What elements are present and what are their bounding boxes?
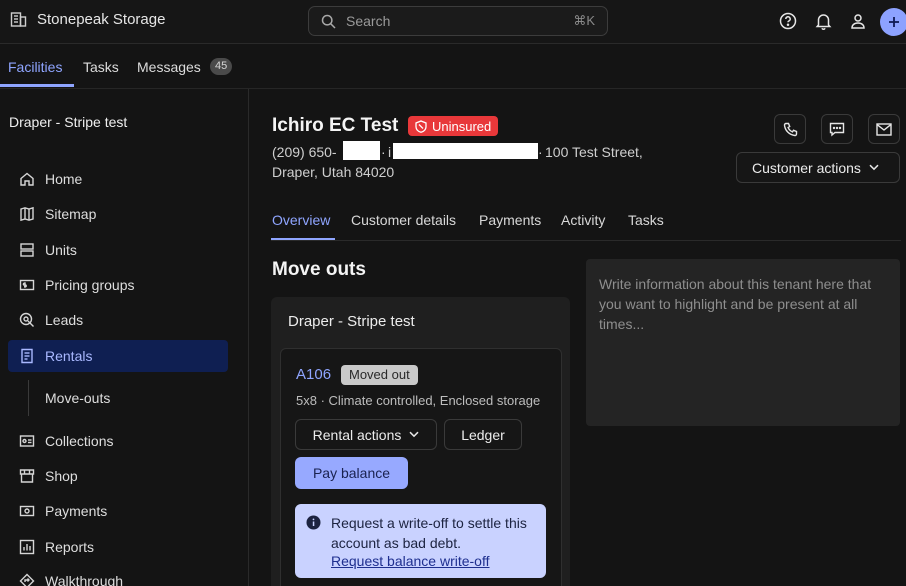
sidebar-divider xyxy=(248,89,249,586)
bell-icon[interactable] xyxy=(813,11,833,31)
info-icon xyxy=(306,515,321,530)
redacted-phone xyxy=(343,141,380,160)
walkthrough-icon xyxy=(18,572,36,586)
subnav-line xyxy=(28,380,29,416)
user-icon[interactable] xyxy=(848,11,868,31)
tenant-address-line2: Draper, Utah 84020 xyxy=(272,164,395,180)
call-button[interactable] xyxy=(774,114,806,144)
brand[interactable]: Stonepeak Storage xyxy=(10,11,165,28)
active-tab-indicator xyxy=(0,84,74,87)
facility-card-title: Draper - Stripe test xyxy=(288,313,415,330)
request-write-off-link[interactable]: Request balance write-off xyxy=(331,553,490,569)
ledger-button[interactable]: Ledger xyxy=(444,419,522,450)
pay-balance-button[interactable]: Pay balance xyxy=(295,457,408,489)
add-button[interactable] xyxy=(880,8,906,36)
reports-icon xyxy=(18,538,36,556)
pricing-icon xyxy=(18,276,36,294)
sidebar-item-label: Home xyxy=(45,171,83,187)
rental-actions-button[interactable]: Rental actions xyxy=(295,419,437,450)
separator-dot: · xyxy=(381,144,386,160)
sidebar-item-label: Rentals xyxy=(45,348,93,364)
uninsured-badge: Uninsured xyxy=(408,116,499,136)
tab-facilities[interactable]: Facilities xyxy=(8,59,62,75)
sidebar-item-label: Payments xyxy=(45,503,108,519)
sidebar-item-pricing-groups[interactable]: Pricing groups xyxy=(8,269,228,301)
tab-payments[interactable]: Payments xyxy=(479,212,541,228)
help-icon[interactable] xyxy=(778,11,798,31)
status-badge: Moved out xyxy=(341,365,418,385)
leads-icon xyxy=(18,311,36,329)
unit-description: 5x8 · Climate controlled, Enclosed stora… xyxy=(296,393,541,408)
tenant-phone: (209) 650- xyxy=(272,144,337,160)
shield-icon xyxy=(415,119,427,133)
sidebar-item-label: Units xyxy=(45,242,77,258)
facility-name: Draper - Stripe test xyxy=(9,114,128,130)
tab-messages[interactable]: Messages xyxy=(137,59,201,75)
tab-activity[interactable]: Activity xyxy=(561,212,605,228)
mail-icon xyxy=(876,122,892,136)
sidebar-item-move-outs[interactable]: Move-outs xyxy=(45,390,110,406)
app-name: Stonepeak Storage xyxy=(37,11,166,28)
rentals-icon xyxy=(18,347,36,365)
units-icon xyxy=(18,241,36,259)
search-input[interactable]: Search xyxy=(346,13,573,29)
tab-customer-details[interactable]: Customer details xyxy=(351,212,456,228)
sidebar-item-label: Shop xyxy=(45,468,78,484)
sidebar-item-shop[interactable]: Shop xyxy=(8,460,228,492)
tab-tasks[interactable]: Tasks xyxy=(83,59,119,75)
sidebar-item-label: Leads xyxy=(45,312,84,328)
notes-placeholder[interactable]: Write information about this tenant here… xyxy=(599,274,894,334)
sidebar-item-label: Walkthrough xyxy=(45,573,124,586)
tab-overview[interactable]: Overview xyxy=(272,212,330,228)
payments-icon xyxy=(18,502,36,520)
building-icon xyxy=(10,11,27,28)
map-icon xyxy=(18,205,36,223)
sidebar-item-walkthrough[interactable]: Walkthrough xyxy=(8,565,228,586)
rental-actions-label: Rental actions xyxy=(312,426,402,443)
sidebar-item-payments[interactable]: Payments xyxy=(8,495,228,527)
separator-dot: · xyxy=(538,144,543,160)
sidebar-item-sitemap[interactable]: Sitemap xyxy=(8,198,228,230)
sidebar-item-collections[interactable]: Collections xyxy=(8,425,228,457)
sidebar-item-label: Pricing groups xyxy=(45,277,135,293)
tenant-address-line1: 100 Test Street, xyxy=(545,144,643,160)
collections-icon xyxy=(18,432,36,450)
redacted-email xyxy=(393,143,538,159)
tenant-name: Ichiro EC Test xyxy=(272,115,399,136)
chevron-down-icon xyxy=(409,431,419,438)
home-icon xyxy=(18,170,36,188)
sidebar-item-units[interactable]: Units xyxy=(8,234,228,266)
email-initial: i xyxy=(388,144,392,160)
customer-actions-button[interactable]: Customer actions xyxy=(736,152,900,183)
shop-icon xyxy=(18,467,36,485)
sidebar-item-label: Sitemap xyxy=(45,206,97,222)
sidebar-item-home[interactable]: Home xyxy=(8,163,228,195)
tab-tasks[interactable]: Tasks xyxy=(628,212,664,228)
messages-count-badge: 45 xyxy=(210,58,233,75)
tabs-divider xyxy=(271,240,901,241)
divider xyxy=(0,88,906,89)
email-button[interactable] xyxy=(868,114,900,144)
chevron-down-icon xyxy=(869,164,879,171)
search-box[interactable]: Search ⌘K xyxy=(308,6,608,36)
sidebar-item-rentals[interactable]: Rentals xyxy=(8,340,228,372)
unit-link[interactable]: A106 xyxy=(296,366,331,383)
customer-actions-label: Customer actions xyxy=(752,159,861,176)
uninsured-label: Uninsured xyxy=(432,118,492,134)
write-off-message: Request a write-off to settle this accou… xyxy=(331,515,527,551)
sidebar-item-label: Collections xyxy=(45,433,114,449)
sidebar-item-reports[interactable]: Reports xyxy=(8,531,228,563)
search-icon xyxy=(321,14,336,29)
section-title: Move outs xyxy=(272,259,366,280)
search-shortcut: ⌘K xyxy=(573,13,595,28)
phone-icon xyxy=(783,122,798,137)
sidebar-item-leads[interactable]: Leads xyxy=(8,304,228,336)
active-tab-indicator xyxy=(271,238,335,240)
chat-icon xyxy=(829,122,845,137)
message-button[interactable] xyxy=(821,114,853,144)
sidebar-item-label: Reports xyxy=(45,539,95,555)
